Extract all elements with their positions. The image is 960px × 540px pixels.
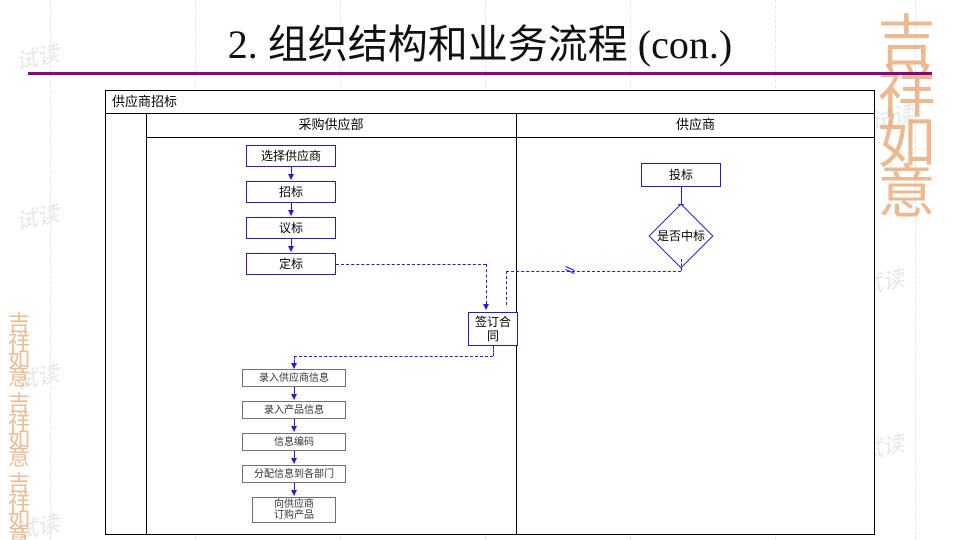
seal-small-icon: 吉祥如意 [8, 475, 46, 513]
arrow [294, 483, 295, 495]
seal-small-icon: 吉祥如意 [8, 315, 46, 353]
step-award: 定标 [246, 253, 336, 275]
substep-encode: 信息编码 [242, 433, 346, 451]
arrow [294, 362, 295, 368]
flow-canvas: 选择供应商 招标 议标 定标 投标 是否中标 签订合 同 [146, 137, 874, 534]
arrow [294, 387, 295, 399]
arrow [291, 167, 292, 179]
arrow [291, 239, 292, 251]
substep-distribute: 分配信息到各部门 [242, 465, 346, 483]
lane-header-right: 供应商 [516, 113, 874, 138]
step-negotiate: 议标 [246, 217, 336, 239]
substep-order: 向供应商 订购产品 [252, 497, 336, 523]
slide-title: 2. 组织结构和业务流程 (con.) [0, 12, 960, 70]
arrow [486, 303, 487, 309]
decision-label: 是否中标 [649, 227, 713, 244]
step-submit-bid: 投标 [641, 163, 721, 187]
connector-dashed [294, 356, 493, 357]
substep-enter-product: 录入产品信息 [242, 401, 346, 419]
slide-root: 试读 试读 试读 试读 试读 试读 试读 试读 试读 试读 试读 试读 试读 吉… [0, 0, 960, 540]
step-bid: 招标 [246, 181, 336, 203]
title-underline [28, 72, 932, 75]
flow-tick-icon [566, 265, 574, 273]
seal-small-icon: 吉祥如意 [8, 395, 46, 433]
substep-enter-supplier: 录入供应商信息 [242, 369, 346, 387]
side-gutter [106, 113, 147, 534]
arrow [291, 203, 292, 215]
step-sign-contract: 签订合 同 [468, 312, 518, 346]
arrow [294, 419, 295, 431]
frame-title: 供应商招标 [106, 91, 874, 114]
step-select-supplier: 选择供应商 [246, 145, 336, 167]
arrow [294, 451, 295, 463]
watermark: 试读 [12, 196, 62, 236]
connector-dashed [336, 264, 486, 265]
lane-header-left: 采购供应部 [146, 113, 516, 138]
connector-dashed [493, 346, 494, 356]
swimlane-frame: 供应商招标 采购供应部 供应商 选择供应商 招标 议标 定标 投标 是否中标 [105, 90, 875, 535]
connector-dashed [506, 271, 507, 305]
connector-dashed [506, 271, 681, 272]
connector-dashed [681, 259, 682, 271]
bg-guide [50, 0, 51, 540]
